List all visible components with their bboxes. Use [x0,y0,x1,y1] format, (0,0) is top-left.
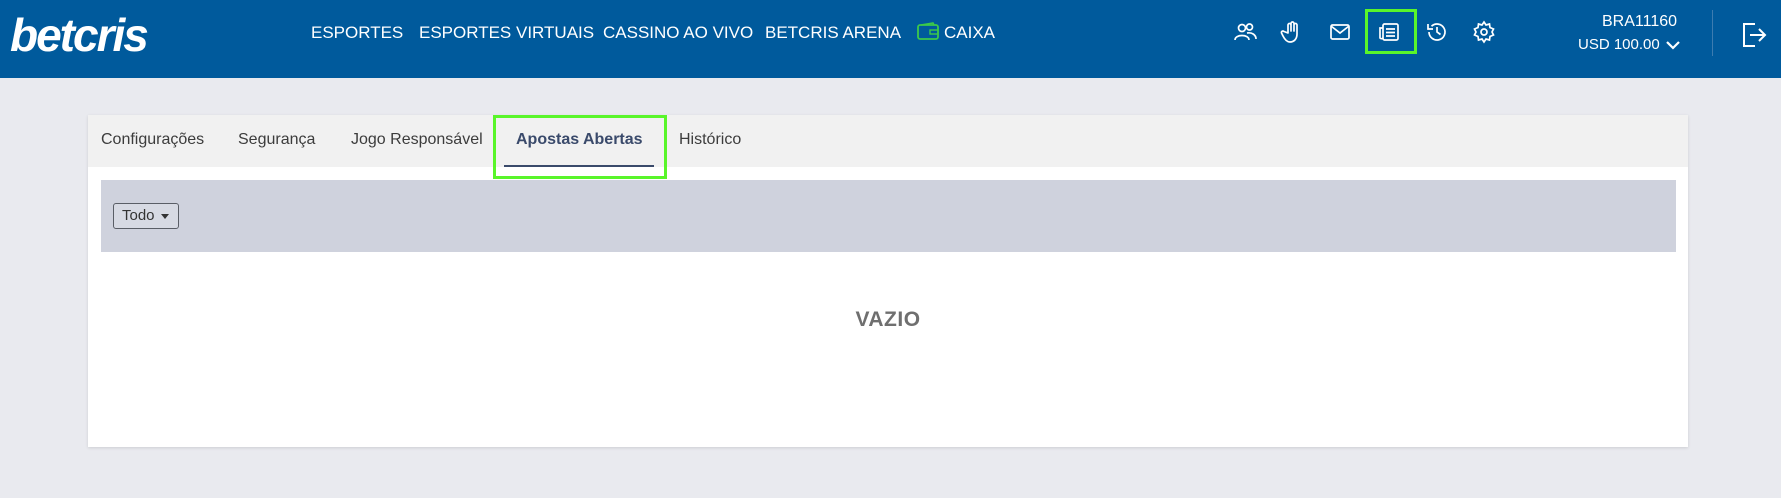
nav-esportes[interactable]: ESPORTES [311,23,403,43]
nav-esportes-virtuais[interactable]: ESPORTES VIRTUAIS [419,23,594,43]
logout-icon[interactable] [1741,21,1767,49]
bet-filter-dropdown[interactable]: Todo [113,203,179,229]
hand-stop-icon[interactable] [1280,20,1304,44]
account-panel: Configurações Segurança Jogo Responsável… [88,115,1688,447]
caret-down-icon [161,214,169,219]
filter-bar: Todo [101,180,1676,252]
bet-filter-value: Todo [122,207,155,224]
history-icon[interactable] [1425,20,1449,44]
tab-historico[interactable]: Histórico [679,131,741,149]
nav-caixa[interactable]: CAIXA [944,23,995,43]
active-tab-highlight [493,115,667,179]
mail-icon[interactable] [1328,20,1352,44]
tab-jogo-responsavel[interactable]: Jogo Responsável [351,131,483,149]
account-balance[interactable]: USD 100.00 [1578,36,1660,53]
account-tabs: Configurações Segurança Jogo Responsável… [88,115,1688,167]
users-icon[interactable] [1233,20,1257,44]
tab-configuracoes[interactable]: Configurações [101,131,204,149]
settings-icon[interactable] [1472,20,1496,44]
top-navigation-bar: betcris ESPORTES ESPORTES VIRTUAIS CASSI… [0,0,1781,78]
tab-seguranca[interactable]: Segurança [238,131,315,149]
nav-betcris-arena[interactable]: BETCRIS ARENA [765,23,901,43]
betcris-logo[interactable]: betcris [10,8,149,62]
header-divider [1712,10,1713,56]
empty-state-message: VAZIO [855,308,921,331]
user-id: BRA11160 [1602,13,1678,30]
open-bets-highlight [1365,9,1417,54]
wallet-icon [917,22,939,40]
chevron-down-icon[interactable] [1665,38,1681,52]
nav-cassino-ao-vivo[interactable]: CASSINO AO VIVO [603,23,753,43]
